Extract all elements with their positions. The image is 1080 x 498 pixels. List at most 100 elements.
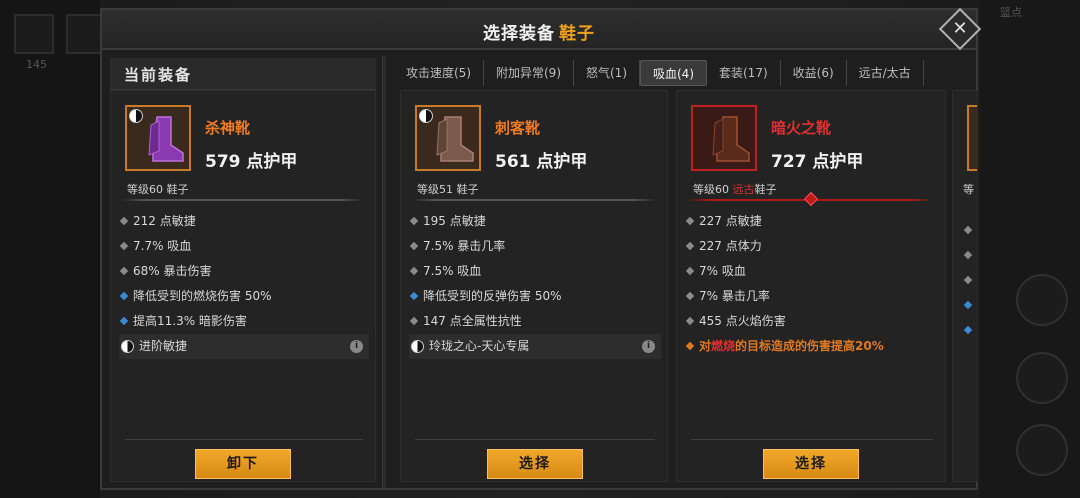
attribute-text: 7.7% 吸血 xyxy=(133,239,192,253)
modal-title: 选择装备 鞋子 xyxy=(483,19,595,44)
current-item-card: 杀神靴 579 点护甲 等级60 鞋子 212 点敏捷 7.7% 吸血 68% … xyxy=(110,90,376,482)
blue-bullet-icon xyxy=(409,291,419,301)
item-icon-frame xyxy=(415,105,481,171)
attribute-text: 227 点体力 xyxy=(699,239,762,253)
gray-bullet-icon xyxy=(409,216,419,226)
item-level: 等 xyxy=(963,183,974,196)
yin-yang-icon xyxy=(129,109,143,123)
close-icon: ✕ xyxy=(952,18,968,39)
attribute-row: 195 点敏捷 xyxy=(409,209,661,234)
item-separator xyxy=(411,199,657,201)
info-icon[interactable]: i xyxy=(350,340,363,353)
orange-bullet-icon xyxy=(685,341,695,351)
attribute-row: 降低受到的反弹伤害 50% xyxy=(409,284,661,309)
ancient-tag: 远古 xyxy=(732,183,755,196)
gray-bullet-icon xyxy=(685,316,695,326)
attribute-row: 7.7% 吸血 xyxy=(119,234,369,259)
info-icon[interactable]: i xyxy=(642,340,655,353)
attribute-text: 68% 暴击伤害 xyxy=(133,264,212,278)
attribute-text: 227 点敏捷 xyxy=(699,214,762,228)
card-footer-line xyxy=(125,439,363,440)
gray-bullet-icon xyxy=(963,250,973,260)
attribute-list: 212 点敏捷 7.7% 吸血 68% 暴击伤害 降低受到的燃烧伤害 50% 提… xyxy=(119,209,369,359)
tab-ancient[interactable]: 远古/太古 xyxy=(847,60,924,86)
boot-icon xyxy=(712,116,750,162)
gray-bullet-icon xyxy=(409,241,419,251)
attribute-text: 提高11.3% 暗影伤害 xyxy=(133,314,247,328)
gray-bullet-icon xyxy=(409,266,419,276)
gray-bullet-icon xyxy=(963,225,973,235)
attribute-row: 降低受到的燃烧伤害 50% xyxy=(119,284,369,309)
tab-gain[interactable]: 收益(6) xyxy=(781,60,847,86)
blue-bullet-icon xyxy=(963,300,973,310)
attribute-row: 227 点敏捷 xyxy=(685,209,939,234)
attribute-text: 降低受到的燃烧伤害 50% xyxy=(133,289,272,303)
slot-text: 鞋子 xyxy=(754,183,777,196)
attribute-text: 降低受到的反弹伤害 50% xyxy=(423,289,562,303)
attribute-row: 7% 暴击几率 xyxy=(685,284,939,309)
title-slot-name: 鞋子 xyxy=(559,24,595,44)
candidate-item-card: 暗火之靴 727 点护甲 等级60 远古鞋子 227 点敏捷 227 点体力 7… xyxy=(676,90,946,482)
attribute-row: 提高11.3% 暗影伤害 xyxy=(119,309,369,334)
item-separator xyxy=(121,199,365,201)
yin-yang-icon xyxy=(121,340,134,353)
boot-icon xyxy=(436,116,474,162)
tab-rage[interactable]: 怒气(1) xyxy=(574,60,640,86)
attribute-row: 147 点全属性抗性 xyxy=(409,309,661,334)
left-hud: 145 xyxy=(0,0,106,498)
attribute-row: 7% 吸血 xyxy=(685,259,939,284)
separator-gem-icon xyxy=(803,191,819,207)
column-divider xyxy=(382,56,386,488)
legendary-affix-row[interactable]: 进阶敏捷 i xyxy=(119,334,369,359)
special-affix-row: 对燃烧的目标造成的伤害提高20% xyxy=(685,334,939,359)
item-icon-frame xyxy=(691,105,757,171)
tab-attack-speed[interactable]: 攻击速度(5) xyxy=(394,60,484,86)
affix-keyword: 燃烧 xyxy=(711,339,736,353)
tab-lifesteal[interactable]: 吸血(4) xyxy=(640,60,707,86)
modal-title-bar: 选择装备 鞋子 xyxy=(102,10,976,50)
attribute-text: 195 点敏捷 xyxy=(423,214,486,228)
item-armor: 561 点护甲 xyxy=(495,152,588,172)
tab-extra-status[interactable]: 附加异常(9) xyxy=(484,60,574,86)
attribute-row: 7.5% 暴击几率 xyxy=(409,234,661,259)
blue-bullet-icon xyxy=(119,316,129,326)
boot-icon xyxy=(148,116,184,162)
hud-menu-icon xyxy=(1016,424,1068,476)
legendary-affix-row[interactable]: 玲珑之心-天心专属 i xyxy=(409,334,661,359)
item-icon-frame xyxy=(125,105,191,171)
select-button[interactable]: 选择 xyxy=(763,449,859,479)
equipment-select-modal: 选择装备 鞋子 ✕ 当前装备 攻击速度(5) 附加异常(9) 怒气(1) 吸血(4… xyxy=(100,7,982,490)
hud-counter: 145 xyxy=(26,58,47,71)
item-level: 等级60 鞋子 xyxy=(127,183,189,196)
attribute-text: 7% 暴击几率 xyxy=(699,289,770,303)
next-item-card-peek[interactable]: 等 xyxy=(952,90,978,482)
attribute-row: 455 点火焰伤害 xyxy=(685,309,939,334)
item-name: 刺客靴 xyxy=(495,119,541,137)
attribute-text: 147 点全属性抗性 xyxy=(423,314,522,328)
item-name: 暗火之靴 xyxy=(771,119,832,137)
attribute-row: 7.5% 吸血 xyxy=(409,259,661,284)
yin-yang-icon xyxy=(419,109,433,123)
hud-label: 篮点 xyxy=(1000,6,1022,19)
gray-bullet-icon xyxy=(409,316,419,326)
tab-set[interactable]: 套装(17) xyxy=(707,60,781,86)
attribute-text: 进阶敏捷 xyxy=(139,339,188,353)
select-button[interactable]: 选择 xyxy=(487,449,583,479)
item-armor: 579 点护甲 xyxy=(205,152,298,172)
unequip-button[interactable]: 卸下 xyxy=(195,449,291,479)
hud-ring-icon xyxy=(1016,274,1068,326)
attribute-list: 195 点敏捷 7.5% 暴击几率 7.5% 吸血 降低受到的反弹伤害 50% … xyxy=(409,209,661,359)
attribute-text: 7.5% 吸血 xyxy=(423,264,482,278)
current-equipment-header: 当前装备 xyxy=(110,58,376,90)
attribute-row: 212 点敏捷 xyxy=(119,209,369,234)
item-level: 等级51 鞋子 xyxy=(417,183,479,196)
attribute-text: 212 点敏捷 xyxy=(133,214,196,228)
blue-bullet-icon xyxy=(963,325,973,335)
item-name: 杀神靴 xyxy=(205,119,251,137)
gray-bullet-icon xyxy=(685,241,695,251)
card-footer-line xyxy=(415,439,655,440)
gray-bullet-icon xyxy=(119,216,129,226)
gray-bullet-icon xyxy=(119,241,129,251)
attribute-list: 227 点敏捷 227 点体力 7% 吸血 7% 暴击几率 455 点火焰伤害 … xyxy=(685,209,939,359)
filter-tabs: 攻击速度(5) 附加异常(9) 怒气(1) 吸血(4) 套装(17) 收益(6)… xyxy=(394,60,976,88)
